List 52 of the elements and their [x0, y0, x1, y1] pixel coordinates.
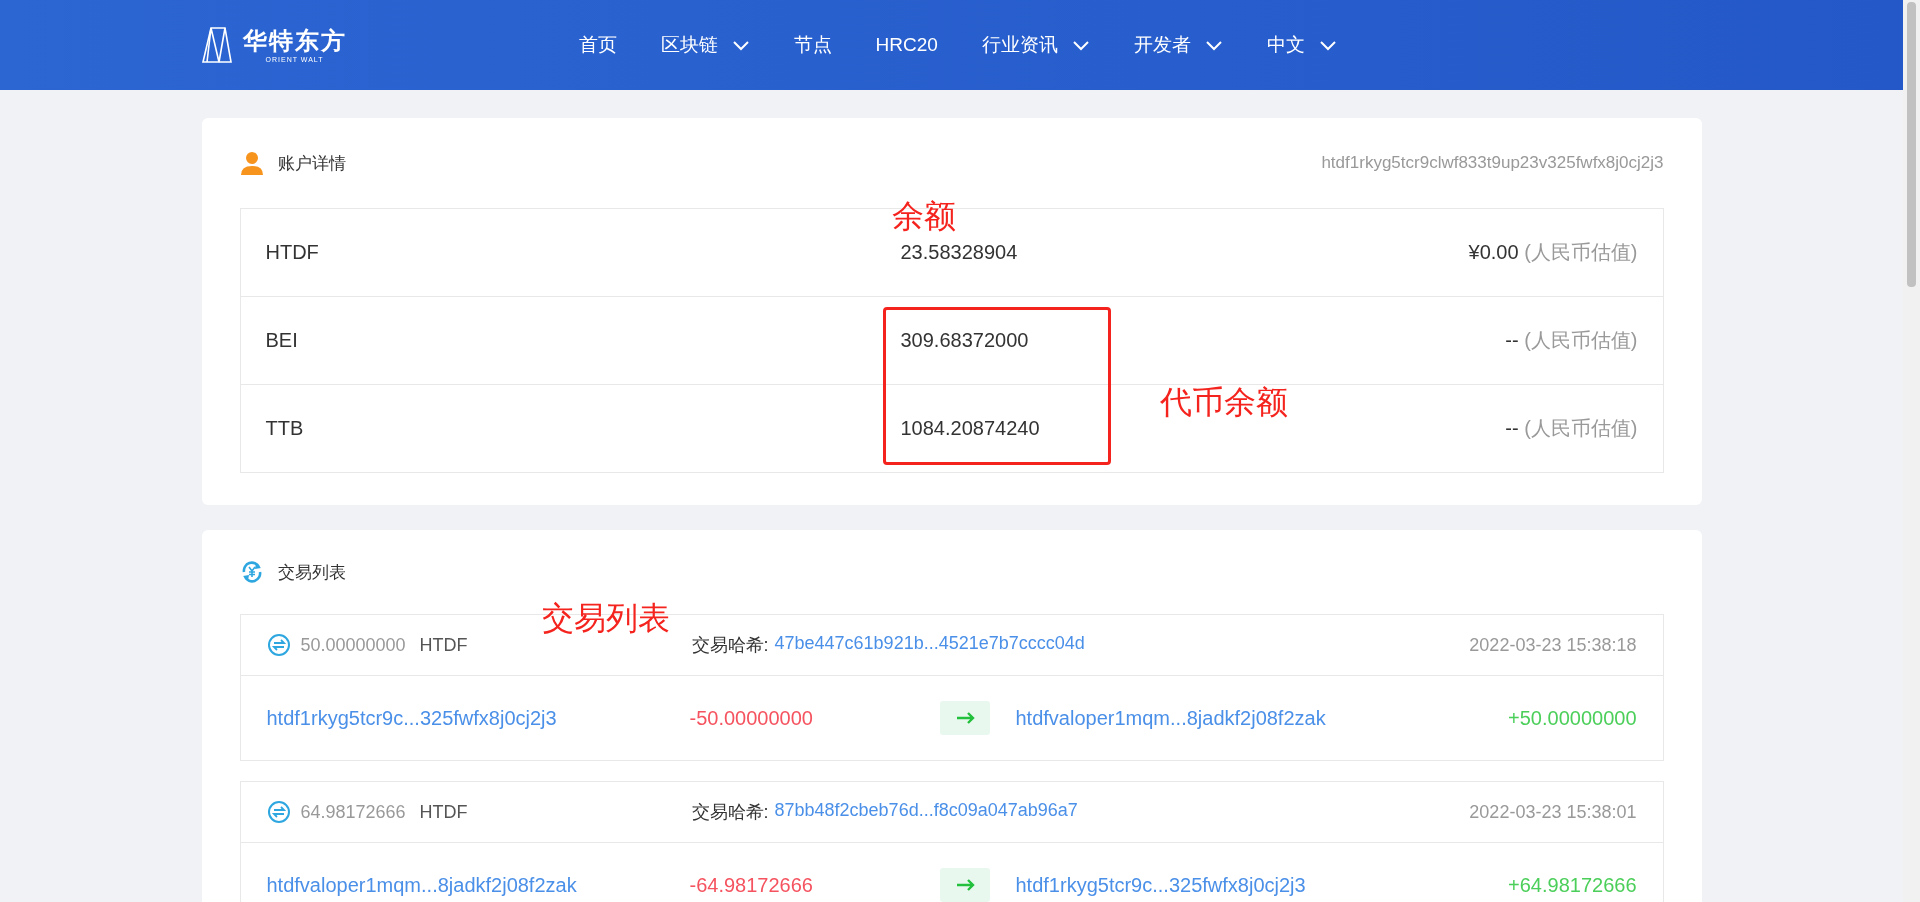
sender-address-link[interactable]: htdfvaloper1mqm...8jadkf2j08f2zak — [266, 873, 690, 897]
transfer-icon — [266, 633, 291, 657]
nav-link[interactable]: 中文 — [1266, 32, 1337, 58]
transaction-hash-link[interactable]: 87bb48f2cbeb76d...f8c09a047ab96a7 — [774, 800, 1078, 824]
chevron-down-icon — [1204, 38, 1223, 52]
token-name: HTDF — [419, 801, 468, 823]
transaction-hash-link[interactable]: 47be447c61b921b...4521e7b7cccc04d — [774, 633, 1085, 657]
transaction-amount: 50.00000000 — [300, 634, 406, 656]
right-arrow-icon — [954, 710, 975, 726]
estimated-value: -- (人民币估值) — [1505, 416, 1638, 441]
nav-link[interactable]: 首页 — [578, 32, 617, 58]
receiver-address-link[interactable]: htdf1rkyg5tcr9c...325fwfx8j0cj2j3 — [1015, 873, 1509, 897]
transaction-time: 2022-03-23 15:38:01 — [1469, 801, 1637, 823]
transfer-icon — [266, 800, 291, 824]
logo-name: 华特东方 — [242, 26, 347, 55]
annotation-text: 余额 — [892, 198, 956, 234]
card-title: 账户详情 — [277, 152, 346, 175]
nav-link[interactable]: 区块链 — [660, 32, 750, 58]
token-name: HTDF — [265, 241, 320, 264]
token-balance: 23.58328904 — [900, 241, 1019, 264]
transaction-amount: 64.98172666 — [300, 801, 406, 823]
token-name: BEI — [265, 329, 299, 352]
token-balance: 1084.20874240 — [900, 417, 1041, 440]
chevron-down-icon — [1318, 38, 1337, 52]
nav-link[interactable]: 行业资讯 — [981, 32, 1090, 58]
receiver-address-link[interactable]: htdfvaloper1mqm...8jadkf2j08f2zak — [1015, 706, 1509, 730]
chevron-down-icon — [731, 38, 750, 52]
sent-amount: -50.00000000 — [689, 706, 814, 730]
card-title: 交易列表 — [277, 561, 346, 584]
token-balance: 309.68372000 — [900, 329, 1030, 352]
nav-link[interactable]: HRC20 — [875, 34, 938, 56]
estimated-value: -- (人民币估值) — [1505, 328, 1638, 353]
nav-link[interactable]: 开发者 — [1133, 32, 1223, 58]
received-amount: +64.98172666 — [1508, 873, 1637, 897]
user-icon — [239, 151, 264, 175]
right-arrow-icon — [954, 877, 975, 893]
received-amount: +50.00000000 — [1508, 706, 1637, 730]
annotation-text: 代币余额 — [1160, 384, 1288, 420]
sent-amount: -64.98172666 — [689, 873, 814, 897]
annotation-text: 交易列表 — [542, 600, 670, 636]
token-name: HTDF — [419, 634, 468, 656]
account-address: htdf1rkyg5tcr9clwf833t9up23v325fwfx8j0cj2j3 — [1321, 153, 1664, 173]
token-name: TTB — [265, 417, 305, 440]
hash-label: 交易哈希: — [691, 801, 769, 824]
scrollbar[interactable] — [1903, 0, 1920, 902]
transaction-time: 2022-03-23 15:38:18 — [1469, 634, 1637, 656]
nav-link[interactable]: 节点 — [793, 32, 832, 58]
estimated-value: ¥0.00 (人民币估值) — [1468, 240, 1638, 265]
sender-address-link[interactable]: htdf1rkyg5tcr9c...325fwfx8j0cj2j3 — [266, 706, 690, 730]
scrollbar-thumb[interactable] — [1907, 2, 1916, 287]
hash-label: 交易哈希: — [691, 634, 769, 657]
chevron-down-icon — [1071, 38, 1090, 52]
